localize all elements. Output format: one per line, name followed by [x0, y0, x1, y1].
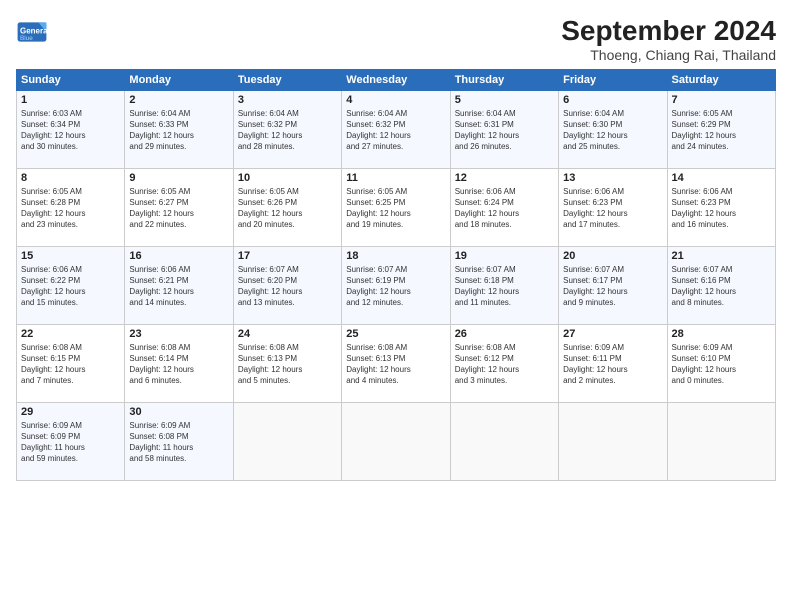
table-row: 30Sunrise: 6:09 AMSunset: 6:08 PMDayligh… — [125, 402, 233, 480]
main-container: General Blue September 2024 Thoeng, Chia… — [0, 0, 792, 489]
col-tuesday: Tuesday — [233, 69, 341, 90]
table-row: 26Sunrise: 6:08 AMSunset: 6:12 PMDayligh… — [450, 324, 558, 402]
table-row: 4Sunrise: 6:04 AMSunset: 6:32 PMDaylight… — [342, 90, 450, 168]
table-row: 18Sunrise: 6:07 AMSunset: 6:19 PMDayligh… — [342, 246, 450, 324]
table-row: 22Sunrise: 6:08 AMSunset: 6:15 PMDayligh… — [17, 324, 125, 402]
table-row: 19Sunrise: 6:07 AMSunset: 6:18 PMDayligh… — [450, 246, 558, 324]
table-row: 8Sunrise: 6:05 AMSunset: 6:28 PMDaylight… — [17, 168, 125, 246]
table-row: 11Sunrise: 6:05 AMSunset: 6:25 PMDayligh… — [342, 168, 450, 246]
table-row: 6Sunrise: 6:04 AMSunset: 6:30 PMDaylight… — [559, 90, 667, 168]
calendar-header-row: Sunday Monday Tuesday Wednesday Thursday… — [17, 69, 776, 90]
table-row — [233, 402, 341, 480]
logo-icon: General Blue — [16, 16, 48, 48]
table-row: 15Sunrise: 6:06 AMSunset: 6:22 PMDayligh… — [17, 246, 125, 324]
col-saturday: Saturday — [667, 69, 775, 90]
table-row: 23Sunrise: 6:08 AMSunset: 6:14 PMDayligh… — [125, 324, 233, 402]
table-row: 9Sunrise: 6:05 AMSunset: 6:27 PMDaylight… — [125, 168, 233, 246]
table-row: 7Sunrise: 6:05 AMSunset: 6:29 PMDaylight… — [667, 90, 775, 168]
col-wednesday: Wednesday — [342, 69, 450, 90]
table-row — [559, 402, 667, 480]
col-thursday: Thursday — [450, 69, 558, 90]
calendar-table: Sunday Monday Tuesday Wednesday Thursday… — [16, 69, 776, 481]
table-row: 12Sunrise: 6:06 AMSunset: 6:24 PMDayligh… — [450, 168, 558, 246]
table-row: 5Sunrise: 6:04 AMSunset: 6:31 PMDaylight… — [450, 90, 558, 168]
table-row: 24Sunrise: 6:08 AMSunset: 6:13 PMDayligh… — [233, 324, 341, 402]
svg-text:Blue: Blue — [20, 35, 33, 42]
table-row: 28Sunrise: 6:09 AMSunset: 6:10 PMDayligh… — [667, 324, 775, 402]
table-row: 3Sunrise: 6:04 AMSunset: 6:32 PMDaylight… — [233, 90, 341, 168]
title-block: September 2024 Thoeng, Chiang Rai, Thail… — [561, 16, 776, 63]
table-row: 27Sunrise: 6:09 AMSunset: 6:11 PMDayligh… — [559, 324, 667, 402]
col-sunday: Sunday — [17, 69, 125, 90]
table-row: 16Sunrise: 6:06 AMSunset: 6:21 PMDayligh… — [125, 246, 233, 324]
table-row: 10Sunrise: 6:05 AMSunset: 6:26 PMDayligh… — [233, 168, 341, 246]
month-title: September 2024 — [561, 16, 776, 47]
location-title: Thoeng, Chiang Rai, Thailand — [561, 47, 776, 63]
col-friday: Friday — [559, 69, 667, 90]
table-row: 17Sunrise: 6:07 AMSunset: 6:20 PMDayligh… — [233, 246, 341, 324]
col-monday: Monday — [125, 69, 233, 90]
table-row: 29Sunrise: 6:09 AMSunset: 6:09 PMDayligh… — [17, 402, 125, 480]
logo: General Blue — [16, 16, 48, 48]
table-row — [667, 402, 775, 480]
table-row — [450, 402, 558, 480]
table-row: 20Sunrise: 6:07 AMSunset: 6:17 PMDayligh… — [559, 246, 667, 324]
table-row: 13Sunrise: 6:06 AMSunset: 6:23 PMDayligh… — [559, 168, 667, 246]
table-row: 1Sunrise: 6:03 AMSunset: 6:34 PMDaylight… — [17, 90, 125, 168]
table-row: 25Sunrise: 6:08 AMSunset: 6:13 PMDayligh… — [342, 324, 450, 402]
table-row: 14Sunrise: 6:06 AMSunset: 6:23 PMDayligh… — [667, 168, 775, 246]
table-row — [342, 402, 450, 480]
table-row: 21Sunrise: 6:07 AMSunset: 6:16 PMDayligh… — [667, 246, 775, 324]
table-row: 2Sunrise: 6:04 AMSunset: 6:33 PMDaylight… — [125, 90, 233, 168]
header: General Blue September 2024 Thoeng, Chia… — [16, 16, 776, 63]
